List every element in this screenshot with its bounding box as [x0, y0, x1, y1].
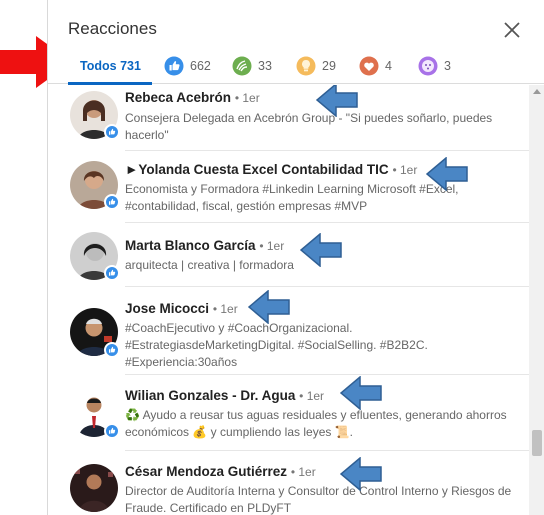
list-item[interactable]: Wilian Gonzales - Dr. Agua • 1er ♻️ Ayud…: [48, 375, 529, 451]
like-badge-icon: [104, 423, 120, 439]
like-badge-icon: [104, 124, 120, 140]
like-icon: [164, 56, 184, 76]
person-headline: Director de Auditoría Interna y Consulto…: [125, 484, 512, 515]
dialog-title: Reacciones: [68, 19, 157, 38]
list-item[interactable]: Rebeca Acebrón • 1er Consejera Delegada …: [48, 85, 529, 151]
reactions-dialog: Reacciones Todos 731 662 33 29 4 3 Rebec…: [47, 0, 544, 515]
person-name[interactable]: Rebeca Acebrón: [125, 90, 231, 105]
love-icon: [359, 56, 379, 76]
connection-degree: • 1er: [259, 239, 285, 253]
reaction-tabs: Todos 731 662 33 29 4 3: [48, 48, 544, 85]
scroll-up-icon[interactable]: [533, 88, 541, 96]
person-headline: #CoachEjecutivo y #CoachOrganizacional. …: [125, 321, 428, 369]
list-item[interactable]: ►Yolanda Cuesta Excel Contabilidad TIC •…: [48, 151, 529, 223]
celebrate-icon: [232, 56, 252, 76]
person-name[interactable]: Wilian Gonzales - Dr. Agua: [125, 388, 295, 403]
tab-like[interactable]: 662: [164, 48, 211, 84]
scrollbar[interactable]: [529, 85, 544, 515]
person-name[interactable]: ►Yolanda Cuesta Excel Contabilidad TIC: [125, 162, 389, 177]
blue-annotation-arrow: [316, 85, 358, 117]
close-icon[interactable]: [500, 18, 524, 42]
tab-insightful[interactable]: 29: [296, 48, 336, 84]
blue-annotation-arrow: [340, 376, 382, 410]
list-item[interactable]: Jose Micocci • 1er #CoachEjecutivo y #Co…: [48, 287, 529, 375]
connection-degree: • 1er: [392, 163, 418, 177]
connection-degree: • 1er: [290, 465, 316, 479]
blue-annotation-arrow: [300, 233, 342, 267]
list-item[interactable]: Marta Blanco García • 1er arquitecta | c…: [48, 223, 529, 287]
tab-all[interactable]: Todos 731: [68, 48, 152, 85]
blue-annotation-arrow: [426, 157, 468, 191]
curious-icon: [418, 56, 438, 76]
tab-love[interactable]: 4: [359, 48, 392, 84]
like-badge-icon: [104, 265, 120, 281]
blue-annotation-arrow: [340, 457, 382, 491]
person-name[interactable]: Jose Micocci: [125, 301, 209, 316]
avatar[interactable]: [70, 464, 118, 512]
person-headline: ♻️ Ayudo a reusar tus aguas residuales y…: [125, 408, 507, 439]
tab-curious[interactable]: 3: [418, 48, 451, 84]
connection-degree: • 1er: [299, 389, 325, 403]
reactions-list: Rebeca Acebrón • 1er Consejera Delegada …: [48, 85, 529, 515]
like-badge-icon: [104, 194, 120, 210]
like-badge-icon: [104, 342, 120, 358]
connection-degree: • 1er: [234, 91, 260, 105]
person-name[interactable]: Marta Blanco García: [125, 238, 256, 253]
list-item[interactable]: César Mendoza Gutiérrez • 1er Director d…: [48, 451, 529, 515]
person-name[interactable]: César Mendoza Gutiérrez: [125, 464, 287, 479]
insightful-icon: [296, 56, 316, 76]
tab-celebrate[interactable]: 33: [232, 48, 272, 84]
blue-annotation-arrow: [248, 290, 290, 324]
connection-degree: • 1er: [212, 302, 238, 316]
scrollbar-thumb[interactable]: [532, 430, 542, 456]
